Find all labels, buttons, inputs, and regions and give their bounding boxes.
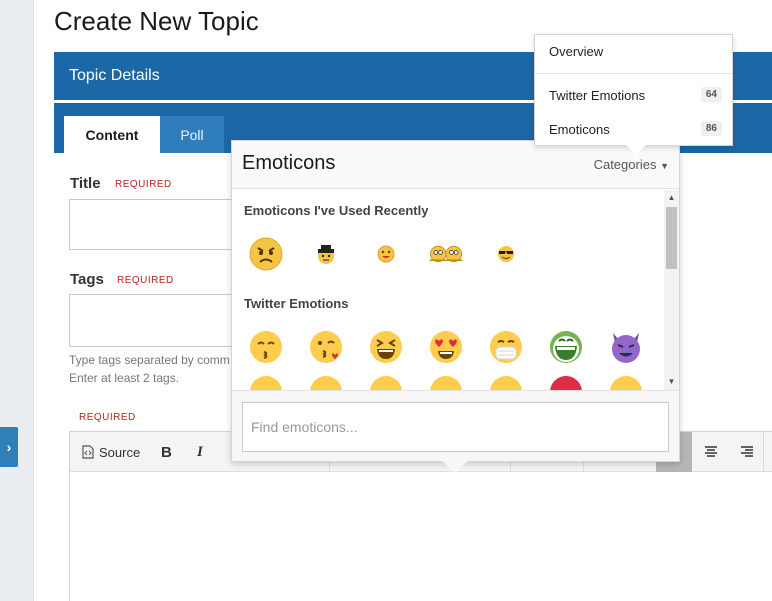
emoticon-item[interactable] [248, 374, 284, 390]
align-center-button[interactable] [704, 440, 718, 464]
hat-face-icon [318, 245, 334, 264]
emoticons-scrollbar[interactable]: ▲ ▼ [664, 190, 679, 390]
emoticon-heart-eyes[interactable] [428, 329, 464, 365]
tags-label: Tags [70, 271, 104, 288]
section-title-recent: Emoticons I've Used Recently [244, 203, 429, 218]
tab-poll[interactable]: Poll [160, 116, 224, 153]
emoticon-cool[interactable] [488, 236, 524, 272]
emoticon-grinning-green[interactable] [548, 329, 584, 365]
face-icon [370, 376, 402, 390]
friends-icon [429, 245, 463, 263]
tags-help: Type tags separated by comm [69, 353, 230, 367]
source-label: Source [99, 444, 141, 460]
kissing-face-icon [250, 331, 282, 363]
bold-button[interactable]: B [161, 440, 172, 464]
align-right-button[interactable] [740, 440, 754, 464]
emoticon-angry[interactable] [248, 236, 284, 272]
align-right-icon [741, 446, 753, 457]
tags-required: REQUIRED [117, 275, 174, 286]
categories-menu: Overview Twitter Emotions 64 Emoticons 8… [534, 34, 733, 155]
count-badge: 86 [700, 121, 722, 136]
face-icon [490, 376, 522, 390]
emoticon-item[interactable] [368, 374, 404, 390]
face-icon [610, 376, 642, 390]
source-icon [82, 445, 94, 459]
emoticon-friends[interactable] [428, 236, 464, 272]
category-overview[interactable]: Overview [549, 44, 603, 59]
imp-face-icon [612, 333, 640, 363]
smile-face-icon [377, 245, 395, 263]
tab-content[interactable]: Content [64, 116, 160, 153]
tags-input[interactable] [69, 294, 232, 347]
emoticon-laughing[interactable] [368, 329, 404, 365]
emoticon-search-area: Find emoticons... [232, 390, 679, 461]
grinning-green-icon [550, 331, 582, 363]
chevron-right-icon[interactable]: › [0, 427, 18, 467]
tags-help-min: Enter at least 2 tags. [69, 371, 180, 385]
scroll-up-icon[interactable]: ▲ [666, 193, 677, 202]
category-emoticons[interactable]: Emoticons [549, 122, 610, 137]
content-required: REQUIRED [79, 412, 136, 423]
emoticon-smile[interactable] [368, 236, 404, 272]
sunglasses-face-icon [498, 246, 514, 262]
emoticon-item[interactable] [488, 374, 524, 390]
categories-label: Categories [593, 157, 657, 172]
laughing-face-icon [370, 331, 402, 363]
left-rail: › [0, 0, 34, 601]
title-input[interactable] [69, 199, 232, 250]
menu-divider [535, 73, 732, 74]
emoticon-detective[interactable] [308, 236, 344, 272]
emoticons-panel: Emoticons Categories ▼ Emoticons I've Us… [231, 140, 680, 462]
scrollbar-thumb[interactable] [666, 207, 677, 269]
scroll-down-icon[interactable]: ▼ [666, 377, 677, 386]
title-label: Title [70, 175, 101, 192]
heart-eyes-icon [430, 331, 462, 363]
category-twitter-emotions[interactable]: Twitter Emotions [549, 88, 645, 103]
face-icon [310, 376, 342, 390]
panel-pointer [442, 461, 468, 473]
emoticon-item[interactable] [428, 374, 464, 390]
source-button[interactable]: Source [82, 440, 140, 464]
angry-face-icon [249, 237, 283, 271]
page-title: Create New Topic [54, 6, 259, 36]
face-icon [430, 376, 462, 390]
face-icon [550, 376, 582, 390]
section-title-twitter: Twitter Emotions [244, 296, 349, 311]
blowing-kiss-icon [310, 331, 342, 363]
count-badge: 64 [700, 87, 722, 102]
emoticons-title: Emoticons [242, 152, 336, 174]
emoticon-item[interactable] [608, 374, 644, 390]
topic-header-title: Topic Details [69, 67, 160, 84]
emoticon-mask[interactable] [488, 329, 524, 365]
emoticon-item[interactable] [548, 374, 584, 390]
emoticon-face-blowing-kiss[interactable] [308, 329, 344, 365]
align-center-icon [705, 446, 717, 457]
emoticon-kissing-smiling-eyes[interactable] [248, 329, 284, 365]
emoticons-list: Emoticons I've Used Recently Twitter Emo… [232, 190, 664, 390]
face-icon [250, 376, 282, 390]
toolbar-separator [763, 432, 764, 472]
menu-pointer [626, 145, 646, 155]
emoticons-header: Emoticons Categories ▼ [232, 141, 679, 189]
mask-face-icon [490, 331, 522, 363]
emoticon-smiling-imp[interactable] [608, 329, 644, 365]
categories-dropdown[interactable]: Categories ▼ [594, 157, 669, 172]
emoticon-search-input[interactable]: Find emoticons... [242, 402, 669, 452]
caret-down-icon: ▼ [660, 161, 669, 171]
title-required: REQUIRED [115, 179, 172, 190]
italic-button[interactable]: I [197, 440, 203, 464]
emoticon-item[interactable] [308, 374, 344, 390]
